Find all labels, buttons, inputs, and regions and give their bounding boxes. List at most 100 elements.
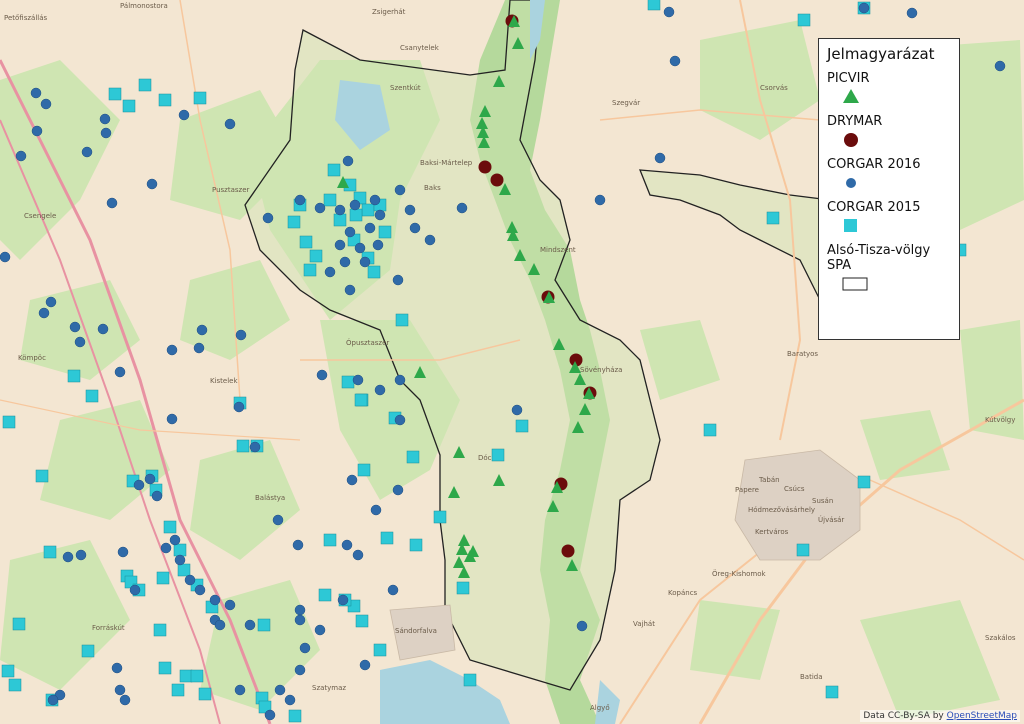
corgar-2016-marker: [133, 479, 145, 491]
corgar-2016-marker: [15, 150, 27, 162]
place-label: Öreg-Kishomok: [712, 569, 767, 578]
corgar-2016-marker: [346, 474, 358, 486]
corgar-2016-marker: [117, 546, 129, 558]
corgar-2016-marker: [193, 342, 205, 354]
corgar-2016-marker: [292, 539, 304, 551]
corgar-2015-marker: [108, 87, 122, 101]
corgar-2015-marker: [409, 538, 423, 552]
corgar-2016-marker: [294, 664, 306, 676]
place-label: Szentkút: [390, 84, 421, 92]
corgar-2016-marker: [233, 401, 245, 413]
corgar-2016-marker: [364, 222, 376, 234]
corgar-2016-marker: [424, 234, 436, 246]
corgar-2016-marker: [166, 413, 178, 425]
corgar-2016-marker: [994, 60, 1006, 72]
corgar-2015-marker: [156, 571, 170, 585]
corgar-2015-marker: [380, 531, 394, 545]
corgar-2016-marker: [392, 274, 404, 286]
corgar-2015-marker: [198, 687, 212, 701]
corgar-2015-marker: [177, 563, 191, 577]
corgar-2016-marker: [392, 484, 404, 496]
corgar-2015-marker: [766, 211, 780, 225]
corgar-2016-marker: [169, 534, 181, 546]
corgar-2016-marker: [352, 549, 364, 561]
corgar-2016-marker: [654, 152, 666, 164]
corgar-2016-marker: [344, 284, 356, 296]
place-label: Szatymaz: [312, 684, 346, 692]
corgar-2016-marker: [374, 384, 386, 396]
corgar-2015-marker: [323, 533, 337, 547]
corgar-2016-marker: [344, 226, 356, 238]
corgar-2016-marker: [341, 539, 353, 551]
place-label: Pusztaszer: [212, 186, 250, 194]
corgar-2015-marker: [367, 265, 381, 279]
place-label: Vajhát: [633, 620, 655, 628]
drymar-marker: [561, 544, 575, 558]
corgar-2016-marker: [75, 549, 87, 561]
place-label: Petőfiszállás: [4, 13, 48, 22]
corgar-2016-marker: [906, 7, 918, 19]
corgar-2015-marker: [515, 419, 529, 433]
corgar-2015-marker: [797, 13, 811, 27]
corgar-2015-marker: [81, 644, 95, 658]
corgar-2016-marker: [129, 584, 141, 596]
corgar-2016-marker: [372, 239, 384, 251]
basemap-town-hodmezovasarhely: [734, 449, 861, 561]
corgar-2016-marker: [166, 344, 178, 356]
corgar-2016-marker: [97, 323, 109, 335]
map-attribution: Data CC-By-SA by OpenStreetMap: [860, 710, 1020, 722]
corgar-2015-marker: [354, 393, 368, 407]
corgar-2016-marker: [594, 194, 606, 206]
corgar-2015-marker: [647, 0, 661, 11]
corgar-2016-marker: [394, 184, 406, 196]
attribution-link[interactable]: OpenStreetMap: [947, 711, 1017, 721]
corgar-2016-marker: [324, 266, 336, 278]
corgar-2016-marker: [669, 55, 681, 67]
corgar-2016-marker: [106, 197, 118, 209]
place-label: Dóc: [478, 454, 492, 462]
corgar-2015-marker: [433, 510, 447, 524]
corgar-2016-marker: [576, 620, 588, 632]
place-label: Hódmezővásárhely: [748, 505, 815, 514]
corgar-2016-marker: [0, 251, 11, 263]
place-label: Kistelek: [210, 377, 238, 385]
corgar-2016-marker: [178, 109, 190, 121]
legend-label-corgar-2016: CORGAR 2016: [827, 157, 921, 172]
corgar-2016-marker: [359, 659, 371, 671]
legend-label-drymar: DRYMAR: [827, 114, 883, 129]
corgar-2016-marker: [339, 256, 351, 268]
corgar-2016-marker: [47, 694, 59, 706]
place-label: Papere: [735, 486, 759, 494]
corgar-2016-marker: [342, 155, 354, 167]
corgar-2016-marker: [354, 242, 366, 254]
corgar-2016-marker: [214, 619, 226, 631]
corgar-2016-marker: [209, 594, 221, 606]
corgar-2015-marker: [158, 661, 172, 675]
corgar-2016-marker: [111, 662, 123, 674]
corgar-2016-marker: [224, 599, 236, 611]
corgar-2016-marker: [81, 146, 93, 158]
place-label: Baksi-Mártelep: [420, 159, 473, 167]
dark-red-circle-icon: [844, 133, 858, 147]
corgar-2015-marker: [349, 208, 363, 222]
corgar-2015-marker: [341, 375, 355, 389]
corgar-2016-marker: [272, 514, 284, 526]
corgar-2015-marker: [190, 669, 204, 683]
corgar-2015-marker: [406, 450, 420, 464]
corgar-2016-marker: [249, 441, 261, 453]
corgar-2015-marker: [357, 463, 371, 477]
corgar-2015-marker: [193, 91, 207, 105]
corgar-2016-marker: [394, 374, 406, 386]
corgar-2015-marker: [703, 423, 717, 437]
cyan-square-icon: [844, 219, 857, 232]
corgar-2015-marker: [287, 215, 301, 229]
corgar-2016-marker: [119, 694, 131, 706]
corgar-2015-marker: [1, 664, 15, 678]
corgar-2016-marker: [40, 98, 52, 110]
corgar-2015-marker: [323, 193, 337, 207]
corgar-2016-marker: [663, 6, 675, 18]
corgar-2016-marker: [858, 2, 870, 14]
corgar-2016-marker: [314, 202, 326, 214]
corgar-2016-marker: [45, 296, 57, 308]
corgar-2016-marker: [62, 551, 74, 563]
